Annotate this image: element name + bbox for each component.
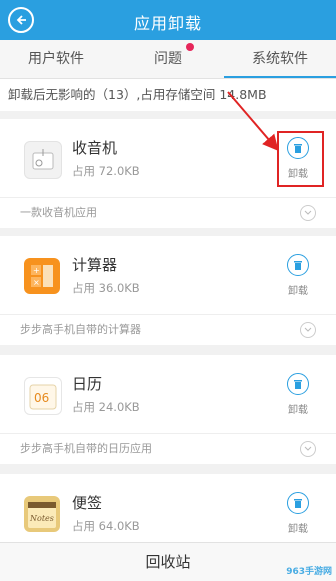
- annotation-arrow-icon: [227, 91, 279, 152]
- watermark-logo: 963手游网: [286, 567, 332, 577]
